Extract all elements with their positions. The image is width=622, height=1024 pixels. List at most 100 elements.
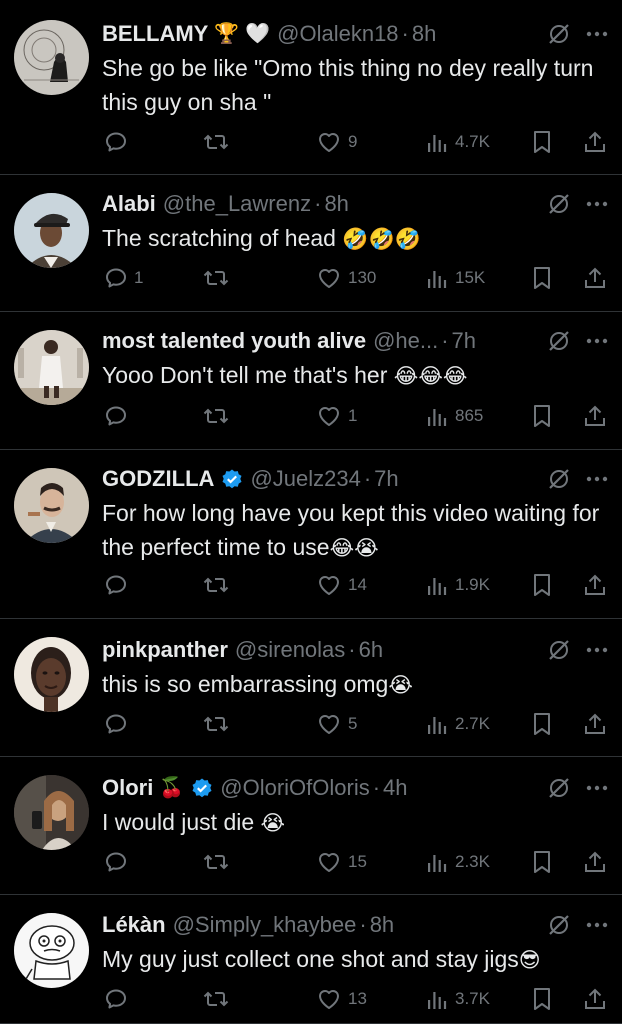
bookmark-button[interactable] (531, 709, 553, 739)
tweet-item[interactable]: GODZILLA @Juelz234 · 7h For how long have yo… (0, 450, 622, 619)
retweet-button[interactable] (203, 709, 229, 739)
views-button[interactable]: 3.7K (425, 984, 490, 1014)
display-name[interactable]: Alabi (102, 191, 156, 217)
user-handle[interactable]: @he... (373, 328, 438, 354)
timestamp[interactable]: 8h (370, 912, 394, 938)
tweet-item[interactable]: Olori 🍒 @OloriOfOloris · 4h I would just die … (0, 757, 622, 895)
mirror-selfie-avatar[interactable] (14, 775, 89, 850)
bookmark-button[interactable] (531, 263, 553, 293)
man-cap-avatar[interactable] (14, 193, 89, 268)
display-name[interactable]: most talented youth alive (102, 328, 366, 354)
share-button[interactable] (583, 263, 607, 293)
grok-icon[interactable] (546, 328, 572, 354)
tweet-actions: 1 865 (0, 401, 622, 431)
timestamp[interactable]: 4h (383, 775, 407, 801)
tweet-content: Lékàn @Simply_khaybee · 8h My guy just colle… (102, 910, 608, 976)
timestamp[interactable]: 8h (412, 21, 436, 47)
user-handle[interactable]: @Olalekn18 (277, 21, 398, 47)
tweet-item[interactable]: BELLAMY 🏆 🤍 @Olalekn18 · 8h She go be like "Om… (0, 0, 622, 175)
reply-button[interactable] (104, 401, 134, 431)
bookmark-button[interactable] (531, 401, 553, 431)
more-options-icon[interactable] (586, 784, 608, 792)
bookmark-button[interactable] (531, 847, 553, 877)
grok-icon[interactable] (546, 912, 572, 938)
illustrated-man-avatar[interactable] (14, 468, 89, 543)
grok-icon[interactable] (546, 466, 572, 492)
more-options-icon[interactable] (586, 30, 608, 38)
like-count: 1 (348, 406, 358, 425)
meme-face-avatar[interactable] (14, 913, 89, 988)
user-handle[interactable]: @Juelz234 (250, 466, 360, 492)
reply-button[interactable] (104, 984, 134, 1014)
views-button[interactable]: 1.9K (425, 570, 490, 600)
retweet-button[interactable] (203, 401, 229, 431)
grok-icon[interactable] (546, 775, 572, 801)
share-icon (583, 129, 607, 155)
tweet-actions: 14 1.9K (0, 570, 622, 600)
more-options-icon[interactable] (586, 646, 608, 654)
tweet-item[interactable]: most talented youth alive @he... · 7h Yooo D… (0, 312, 622, 450)
reply-button[interactable]: 1 (104, 263, 143, 293)
reply-button[interactable] (104, 570, 134, 600)
display-name[interactable]: Olori (102, 775, 153, 801)
views-bar-chart-icon (425, 712, 449, 736)
like-count: 15 (348, 852, 367, 871)
share-button[interactable] (583, 709, 607, 739)
tweet-item[interactable]: Lékàn @Simply_khaybee · 8h My guy just colle… (0, 895, 622, 1024)
like-button[interactable]: 130 (316, 263, 376, 293)
grok-icon[interactable] (546, 637, 572, 663)
views-button[interactable]: 15K (425, 263, 485, 293)
like-button[interactable]: 5 (316, 709, 357, 739)
standing-figure-avatar[interactable] (14, 330, 89, 405)
timestamp[interactable]: 8h (324, 191, 348, 217)
woman-face-avatar[interactable] (14, 637, 89, 712)
user-handle[interactable]: @OloriOfOloris (220, 775, 369, 801)
grok-icon[interactable] (546, 21, 572, 47)
like-button[interactable]: 15 (316, 847, 367, 877)
display-name[interactable]: GODZILLA (102, 466, 214, 492)
views-button[interactable]: 2.3K (425, 847, 490, 877)
more-options-icon[interactable] (586, 475, 608, 483)
share-button[interactable] (583, 401, 607, 431)
retweet-button[interactable] (203, 570, 229, 600)
display-name[interactable]: BELLAMY (102, 21, 208, 47)
display-name[interactable]: Lékàn (102, 912, 166, 938)
views-button[interactable]: 4.7K (425, 127, 490, 157)
user-handle[interactable]: @Simply_khaybee (173, 912, 357, 938)
share-button[interactable] (583, 570, 607, 600)
like-button[interactable]: 13 (316, 984, 367, 1014)
more-options-icon[interactable] (586, 337, 608, 345)
more-options-icon[interactable] (586, 200, 608, 208)
retweet-button[interactable] (203, 984, 229, 1014)
tweet-item[interactable]: Alabi @the_Lawrenz · 8h The scratching of he… (0, 175, 622, 312)
user-handle[interactable]: @sirenolas (235, 637, 345, 663)
reply-button[interactable] (104, 847, 134, 877)
views-button[interactable]: 2.7K (425, 709, 490, 739)
share-button[interactable] (583, 847, 607, 877)
bookmark-button[interactable] (531, 570, 553, 600)
like-button[interactable]: 9 (316, 127, 357, 157)
like-button[interactable]: 1 (316, 401, 357, 431)
timestamp[interactable]: 6h (359, 637, 383, 663)
like-count: 9 (348, 132, 358, 151)
retweet-button[interactable] (203, 263, 229, 293)
like-button[interactable]: 14 (316, 570, 367, 600)
sketch-avatar[interactable] (14, 20, 89, 95)
retweet-button[interactable] (203, 847, 229, 877)
reply-button[interactable] (104, 709, 134, 739)
tweet-item[interactable]: pinkpanther @sirenolas · 6h this is so embar… (0, 619, 622, 757)
timestamp[interactable]: 7h (452, 328, 476, 354)
tweet-header-icons (546, 19, 608, 49)
bookmark-button[interactable] (531, 127, 553, 157)
bookmark-button[interactable] (531, 984, 553, 1014)
views-button[interactable]: 865 (425, 401, 483, 431)
share-button[interactable] (583, 127, 607, 157)
reply-button[interactable] (104, 127, 134, 157)
more-options-icon[interactable] (586, 921, 608, 929)
grok-icon[interactable] (546, 191, 572, 217)
share-button[interactable] (583, 984, 607, 1014)
timestamp[interactable]: 7h (374, 466, 398, 492)
retweet-button[interactable] (203, 127, 229, 157)
user-handle[interactable]: @the_Lawrenz (163, 191, 311, 217)
display-name[interactable]: pinkpanther (102, 637, 228, 663)
